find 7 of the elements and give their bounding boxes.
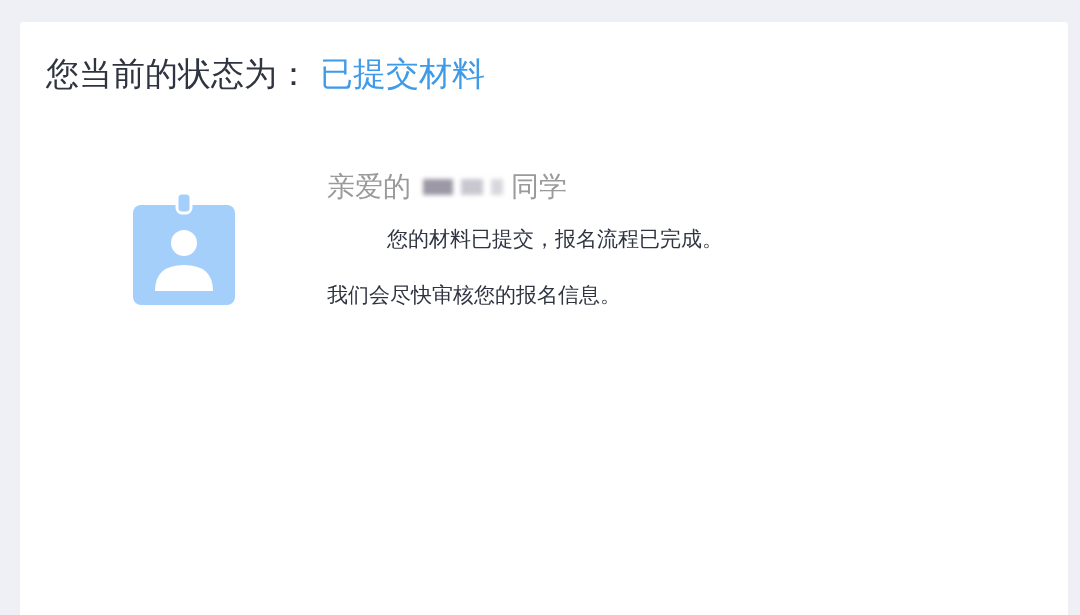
- message-text: 您的材料已提交，报名流程已完成。: [386, 226, 723, 253]
- greeting-suffix: 同学: [511, 169, 567, 205]
- status-label: 您当前的状态为：: [46, 53, 310, 95]
- id-badge-icon: [133, 193, 235, 305]
- message-text: 我们会尽快审核您的报名信息。: [327, 282, 622, 309]
- greeting-prefix: 亲爱的: [327, 169, 411, 205]
- status-value: 已提交材料: [320, 53, 485, 95]
